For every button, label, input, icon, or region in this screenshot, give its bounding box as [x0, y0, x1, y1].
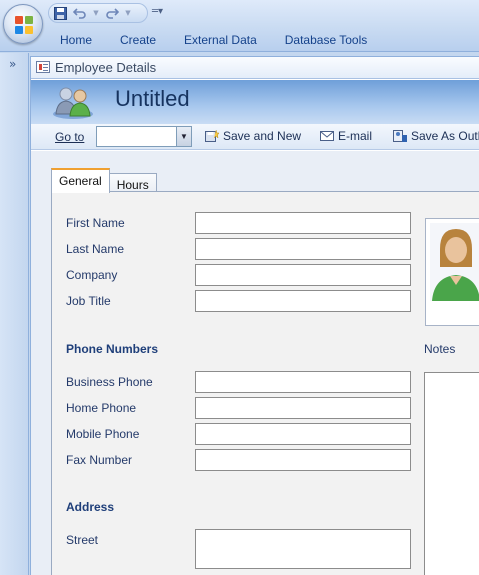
address-heading: Address: [66, 500, 115, 514]
expand-nav-pane-icon[interactable]: »: [9, 57, 16, 71]
employee-photo[interactable]: [425, 218, 479, 326]
job-title-field[interactable]: [195, 290, 411, 312]
job-title-label: Job Title: [66, 294, 111, 308]
first-name-label: First Name: [66, 216, 125, 230]
email-icon: [320, 130, 334, 142]
ribbon-tabs: Home Create External Data Database Tools: [46, 31, 381, 49]
undo-dropdown-icon[interactable]: ▼: [93, 6, 99, 20]
general-tab-panel: First Name Last Name Company Job Title P…: [51, 191, 479, 575]
home-phone-field[interactable]: [195, 397, 411, 419]
redo-dropdown-icon[interactable]: ▼: [125, 6, 131, 20]
tab-general[interactable]: General: [51, 168, 110, 193]
street-field[interactable]: [195, 529, 411, 569]
save-as-outlook-button[interactable]: Save As Outlo: [393, 129, 479, 143]
last-name-field[interactable]: [195, 238, 411, 260]
tab-database-tools[interactable]: Database Tools: [271, 31, 382, 49]
navigation-pane: »: [0, 53, 29, 575]
mobile-phone-field[interactable]: [195, 423, 411, 445]
outlook-contact-icon: [393, 130, 407, 142]
office-logo-icon: [15, 16, 33, 34]
quick-access-toolbar: ▼ ▼: [48, 3, 148, 23]
notes-field[interactable]: [424, 372, 479, 575]
person-placeholder-icon: [430, 223, 479, 301]
mobile-phone-label: Mobile Phone: [66, 427, 140, 441]
tab-hours[interactable]: Hours: [108, 173, 157, 193]
phone-numbers-heading: Phone Numbers: [66, 342, 159, 356]
save-icon[interactable]: [53, 6, 67, 20]
contacts-icon: [49, 84, 97, 120]
fax-number-field[interactable]: [195, 449, 411, 471]
document-tab-title: Employee Details: [55, 60, 157, 75]
redo-icon[interactable]: [105, 6, 119, 20]
goto-label: Go to: [55, 130, 85, 144]
ribbon: ▼ ▼ ═▾ Home Create External Data Databas…: [0, 0, 479, 52]
notes-label: Notes: [424, 342, 456, 356]
tab-external-data[interactable]: External Data: [170, 31, 271, 49]
form-header: Untitled: [31, 80, 479, 124]
last-name-label: Last Name: [66, 242, 125, 256]
customize-qat-icon[interactable]: ═▾: [152, 6, 163, 17]
form-tabs: General Hours: [51, 168, 157, 193]
street-label: Street: [66, 533, 99, 547]
company-label: Company: [66, 268, 118, 282]
form-icon: [36, 61, 50, 73]
document-tab[interactable]: Employee Details: [31, 57, 479, 79]
save-and-new-button[interactable]: Save and New: [205, 129, 301, 143]
tab-home[interactable]: Home: [46, 31, 106, 49]
form-body: General Hours First Name Last Name Compa…: [31, 151, 479, 575]
record-title: Untitled: [115, 86, 190, 111]
undo-icon[interactable]: [73, 6, 87, 20]
email-button[interactable]: E-mail: [320, 129, 372, 143]
office-button[interactable]: [3, 4, 43, 44]
chevron-down-icon[interactable]: ▼: [176, 127, 191, 146]
fax-number-label: Fax Number: [66, 453, 133, 467]
save-as-outlook-label: Save As Outlo: [411, 129, 479, 143]
business-phone-field[interactable]: [195, 371, 411, 393]
save-and-new-label: Save and New: [223, 129, 302, 143]
first-name-field[interactable]: [195, 212, 411, 234]
goto-combo[interactable]: ▼: [96, 126, 192, 147]
tab-create[interactable]: Create: [106, 31, 170, 49]
home-phone-label: Home Phone: [66, 401, 137, 415]
email-label: E-mail: [338, 129, 373, 143]
form-toolbar: Go to ▼ Save and New E-mail Save As Outl…: [31, 124, 479, 150]
business-phone-label: Business Phone: [66, 375, 153, 389]
form-document: Employee Details Untitled Go to ▼ Save a…: [30, 56, 479, 575]
company-field[interactable]: [195, 264, 411, 286]
save-new-icon: [205, 129, 220, 142]
